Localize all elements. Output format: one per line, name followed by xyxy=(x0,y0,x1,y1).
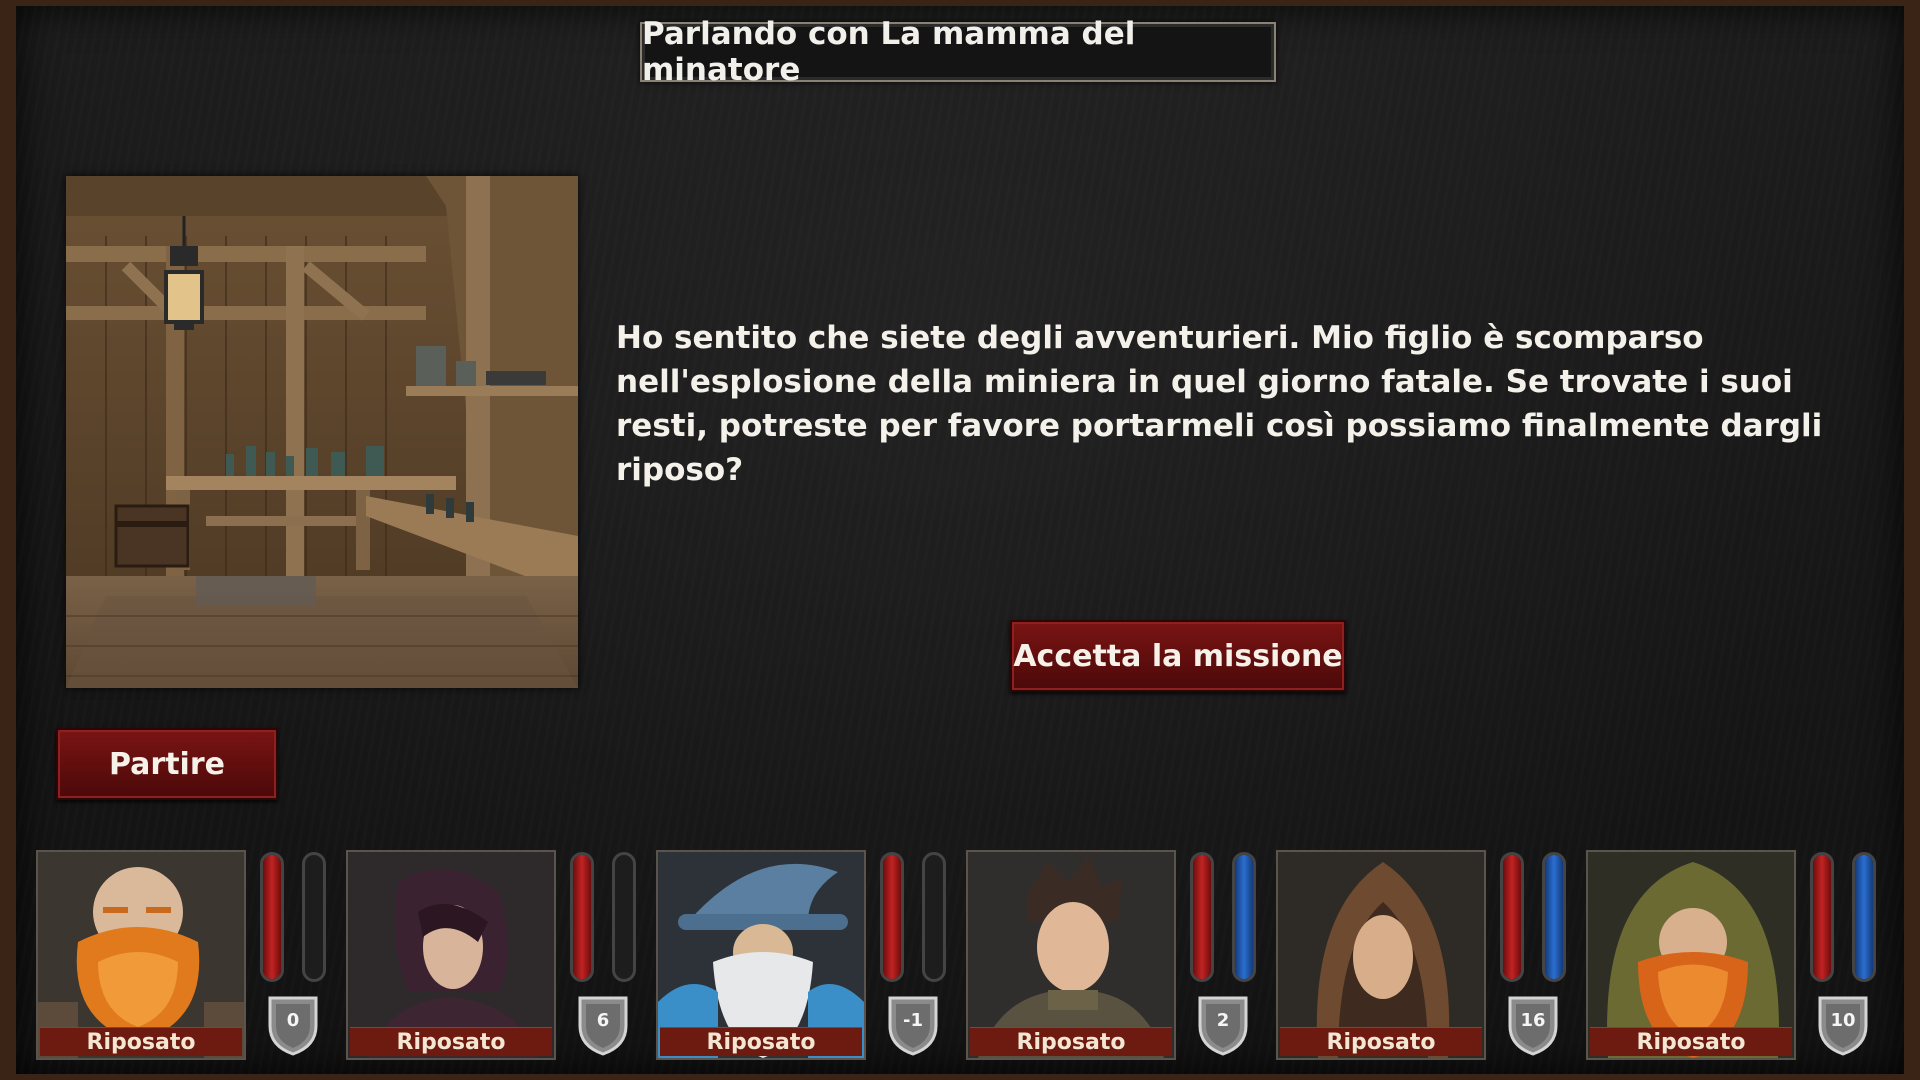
party-member[interactable]: Riposato 10 xyxy=(1586,848,1896,1062)
portrait[interactable]: Riposato xyxy=(966,850,1176,1060)
health-bar xyxy=(260,852,284,982)
portrait[interactable]: Riposato xyxy=(656,850,866,1060)
party-member[interactable]: Riposato 16 xyxy=(1276,848,1586,1062)
mana-bar xyxy=(922,852,946,982)
status-label: Riposato xyxy=(40,1027,242,1056)
health-fill xyxy=(883,855,901,979)
health-fill xyxy=(263,855,281,979)
status-label: Riposato xyxy=(1280,1027,1482,1056)
mana-fill xyxy=(1545,855,1563,979)
mana-bar xyxy=(1232,852,1256,982)
dialogue-title-text: Parlando con La mamma del minatore xyxy=(642,16,1136,88)
npc-dialogue-text: Ho sentito che siete degli avventurieri.… xyxy=(616,320,1823,488)
health-fill xyxy=(1193,855,1211,979)
mana-bar xyxy=(302,852,326,982)
accept-quest-button[interactable]: Accetta la missione xyxy=(1010,620,1346,692)
mana-fill xyxy=(1235,855,1253,979)
armor-value: 2 xyxy=(1216,1010,1230,1031)
accept-quest-label: Accetta la missione xyxy=(1013,638,1343,674)
portrait[interactable]: Riposato xyxy=(36,850,246,1060)
shop-interior-illustration xyxy=(66,176,578,688)
status-label: Riposato xyxy=(350,1027,552,1056)
dialogue-title: Parlando con La mamma del minatore xyxy=(640,16,1276,88)
status-label: Riposato xyxy=(1590,1027,1792,1056)
depart-label: Partire xyxy=(109,746,225,782)
health-bar xyxy=(1810,852,1834,982)
mana-bar xyxy=(612,852,636,982)
health-fill xyxy=(573,855,591,979)
armor-value: 0 xyxy=(286,1010,300,1031)
party-bar: Riposato 0 Riposato 6 Riposato -1 Riposa… xyxy=(0,848,1920,1062)
armor-value: 6 xyxy=(596,1010,610,1031)
armor-value: -1 xyxy=(903,1010,923,1031)
mana-bar xyxy=(1542,852,1566,982)
health-bar xyxy=(1190,852,1214,982)
portrait[interactable]: Riposato xyxy=(1276,850,1486,1060)
mana-fill xyxy=(1855,855,1873,979)
status-label: Riposato xyxy=(660,1027,862,1056)
party-member[interactable]: Riposato -1 xyxy=(656,848,966,1062)
party-member[interactable]: Riposato 0 xyxy=(36,848,346,1062)
mana-bar xyxy=(1852,852,1876,982)
depart-button[interactable]: Partire xyxy=(56,728,278,800)
health-bar xyxy=(880,852,904,982)
party-member[interactable]: Riposato 2 xyxy=(966,848,1276,1062)
status-label: Riposato xyxy=(970,1027,1172,1056)
health-fill xyxy=(1503,855,1521,979)
health-bar xyxy=(1500,852,1524,982)
armor-value: 16 xyxy=(1520,1010,1546,1031)
scene-image xyxy=(66,176,578,688)
portrait[interactable]: Riposato xyxy=(1586,850,1796,1060)
portrait[interactable]: Riposato xyxy=(346,850,556,1060)
party-member[interactable]: Riposato 6 xyxy=(346,848,656,1062)
health-bar xyxy=(570,852,594,982)
armor-value: 10 xyxy=(1830,1010,1856,1031)
health-fill xyxy=(1813,855,1831,979)
